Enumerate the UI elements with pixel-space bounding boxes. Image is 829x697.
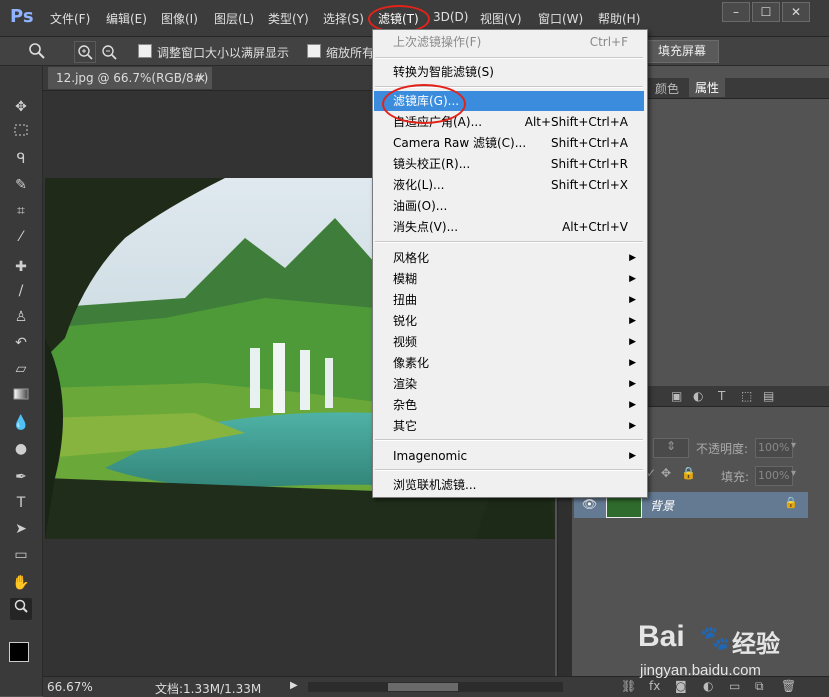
zoom-in-icon[interactable] xyxy=(74,41,96,63)
fill-dropdown-icon[interactable]: ▾ xyxy=(791,468,796,479)
watermark-brand2: 经验 xyxy=(732,630,780,658)
status-arrow-icon[interactable]: ▶ xyxy=(290,680,298,691)
menu-view[interactable]: 视图(V) xyxy=(480,10,522,26)
blur-tool-icon[interactable]: 💧 xyxy=(10,412,32,434)
fill-label: 填充: xyxy=(721,470,750,484)
watermark-url: jingyan.baidu.com xyxy=(640,662,761,679)
document-size: 文档:1.33M/1.33M xyxy=(155,682,262,696)
quick-select-tool-icon[interactable]: ✎ xyxy=(10,174,32,196)
menu-file[interactable]: 文件(F) xyxy=(50,10,90,26)
watermark-brand: Bai xyxy=(638,620,685,653)
close-button[interactable]: ✕ xyxy=(782,2,810,22)
menu-item-browse-online[interactable]: 浏览联机滤镜... xyxy=(374,475,644,495)
eyedropper-tool-icon[interactable]: ⁄ xyxy=(10,226,32,248)
baidu-jingyan-watermark: Bai 🐾 经验 jingyan.baidu.com xyxy=(636,618,826,688)
zoom-tool-preset-icon[interactable] xyxy=(26,40,48,62)
document-tab[interactable]: 12.jpg @ 66.7%(RGB/8#) × xyxy=(48,67,212,89)
menu-item-imagenomic[interactable]: Imagenomic ▶ xyxy=(374,446,644,466)
menu-item-vanishing-point[interactable]: 消失点(V)... Alt+Ctrl+V xyxy=(374,217,644,237)
resize-windows-label: 调整窗口大小以满屏显示 xyxy=(157,46,290,60)
gradient-tool-icon[interactable] xyxy=(10,386,32,408)
photoshop-logo: Ps xyxy=(10,6,34,27)
opacity-label: 不透明度: xyxy=(696,442,749,456)
shape-tool-icon[interactable]: ▭ xyxy=(10,544,32,566)
menu-item-pixelate[interactable]: 像素化 ▶ xyxy=(374,353,644,373)
eraser-tool-icon[interactable]: ▱ xyxy=(10,358,32,380)
filter-gallery-annotation-circle xyxy=(382,84,466,124)
minimize-button[interactable]: – xyxy=(722,2,750,22)
pen-tool-icon[interactable]: ✒ xyxy=(10,466,32,488)
crop-tool-icon[interactable]: ⌗ xyxy=(10,200,32,222)
menu-item-camera-raw[interactable]: Camera Raw 滤镜(C)... Shift+Ctrl+A xyxy=(374,133,644,153)
visibility-eye-icon[interactable]: 👁 xyxy=(582,497,597,511)
type-tool-icon[interactable]: T xyxy=(10,492,32,514)
tools-panel: ✥ ᑫ ✎ ⌗ ⁄ ✚ / ♙ ↶ ▱ 💧 ● ✒ T ➤ ▭ ✋ xyxy=(0,66,43,696)
menu-item-oil-paint[interactable]: 油画(O)... xyxy=(374,196,644,216)
filter-type-icon[interactable]: T xyxy=(718,389,725,403)
menu-edit[interactable]: 编辑(E) xyxy=(106,10,147,26)
brush-tool-icon[interactable]: / xyxy=(10,280,32,302)
menu-item-noise[interactable]: 杂色 ▶ xyxy=(374,395,644,415)
menu-layer[interactable]: 图层(L) xyxy=(214,10,254,26)
tab-properties[interactable]: 属性 xyxy=(689,78,726,97)
tab-color[interactable]: 颜色 xyxy=(655,80,679,97)
menu-item-liquify[interactable]: 液化(L)... Shift+Ctrl+X xyxy=(374,175,644,195)
link-layers-icon[interactable]: ⛓ xyxy=(621,679,636,693)
zoom-tool-icon[interactable] xyxy=(10,598,32,620)
filter-adjust-icon[interactable]: ◐ xyxy=(693,389,703,403)
menu-item-stylize[interactable]: 风格化 ▶ xyxy=(374,248,644,268)
move-tool-icon[interactable]: ✥ xyxy=(10,96,32,118)
menu-item-distort[interactable]: 扭曲 ▶ xyxy=(374,290,644,310)
menu-image[interactable]: 图像(I) xyxy=(161,10,198,26)
menu-type[interactable]: 类型(Y) xyxy=(268,10,309,26)
dodge-tool-icon[interactable]: ● xyxy=(10,438,32,460)
filter-smart-icon[interactable]: ▤ xyxy=(763,389,774,403)
foreground-color-swatch[interactable] xyxy=(9,642,29,662)
healing-brush-tool-icon[interactable]: ✚ xyxy=(10,256,32,278)
menu-item-other[interactable]: 其它 ▶ xyxy=(374,416,644,436)
maximize-button[interactable]: ☐ xyxy=(752,2,780,22)
document-tab-title: 12.jpg @ 66.7%(RGB/8#) xyxy=(56,71,209,85)
menu-item-convert-smart[interactable]: 转换为智能滤镜(S) xyxy=(374,62,644,82)
path-select-tool-icon[interactable]: ➤ xyxy=(10,518,32,540)
lasso-tool-icon[interactable]: ᑫ xyxy=(10,148,32,170)
menu-item-sharpen[interactable]: 锐化 ▶ xyxy=(374,311,644,331)
horizontal-scroll-thumb[interactable] xyxy=(388,683,458,691)
menu-item-last-filter[interactable]: 上次滤镜操作(F) Ctrl+F xyxy=(374,32,644,52)
menu-item-lens-correction[interactable]: 镜头校正(R)... Shift+Ctrl+R xyxy=(374,154,644,174)
marquee-tool-icon[interactable] xyxy=(10,122,32,144)
menu-help[interactable]: 帮助(H) xyxy=(598,10,640,26)
zoom-level[interactable]: 66.67% xyxy=(47,680,93,694)
fill-field[interactable]: 100% xyxy=(755,466,793,486)
menu-window[interactable]: 窗口(W) xyxy=(538,10,583,26)
history-brush-tool-icon[interactable]: ↶ xyxy=(10,332,32,354)
blend-mode-select[interactable]: ⇕ xyxy=(653,438,689,458)
opacity-field[interactable]: 100% xyxy=(755,438,793,458)
menu-item-video[interactable]: 视频 ▶ xyxy=(374,332,644,352)
resize-windows-checkbox[interactable] xyxy=(138,44,152,58)
lock-position-icon[interactable]: ✥ xyxy=(661,466,671,480)
filter-image-icon[interactable]: ▣ xyxy=(671,389,682,403)
fill-screen-button[interactable]: 填充屏幕 xyxy=(645,40,719,63)
zoom-out-icon[interactable] xyxy=(98,41,120,63)
tab-close-icon[interactable]: × xyxy=(196,67,206,89)
opacity-dropdown-icon[interactable]: ▾ xyxy=(791,440,796,451)
menu-3d[interactable]: 3D(D) xyxy=(433,10,468,26)
layer-name[interactable]: 背景 xyxy=(650,497,674,514)
menu-item-render[interactable]: 渲染 ▶ xyxy=(374,374,644,394)
menu-item-blur[interactable]: 模糊 ▶ xyxy=(374,269,644,289)
zoom-all-checkbox[interactable] xyxy=(307,44,321,58)
hand-tool-icon[interactable]: ✋ xyxy=(10,572,32,594)
layer-lock-icon: 🔒 xyxy=(784,496,798,509)
filter-shape-icon[interactable]: ⬚ xyxy=(741,389,752,403)
horizontal-scrollbar[interactable] xyxy=(308,682,563,692)
paw-icon: 🐾 xyxy=(700,624,730,652)
menu-select[interactable]: 选择(S) xyxy=(323,10,364,26)
zoom-all-label: 缩放所有 xyxy=(326,46,375,60)
status-bar: 66.67% 文档:1.33M/1.33M ▶ xyxy=(43,676,573,697)
lock-all-icon[interactable]: 🔒 xyxy=(681,466,696,480)
clone-stamp-tool-icon[interactable]: ♙ xyxy=(10,306,32,328)
